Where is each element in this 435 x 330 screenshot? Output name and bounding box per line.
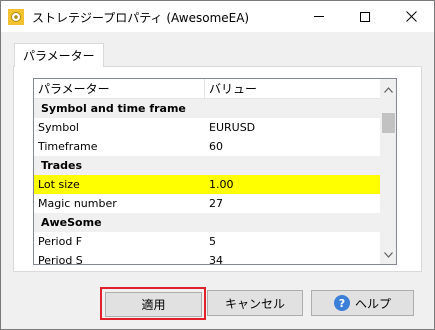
table-row[interactable]: Symbol EURUSD [34,118,380,137]
vertical-scrollbar[interactable] [380,79,396,264]
help-button-label: ヘルプ [354,296,391,311]
group-name: AweSome [41,216,102,229]
group-row[interactable]: Symbol and time frame [34,99,380,118]
param-value[interactable]: 60 [209,137,223,156]
tab-parameters[interactable]: パラメーター [14,43,104,67]
scroll-down-button[interactable] [380,246,396,263]
table-row[interactable]: Magic number 27 [34,194,380,213]
cancel-button[interactable]: キャンセル [207,290,303,316]
close-icon [405,11,417,22]
table-row[interactable]: Timeframe 60 [34,137,380,156]
param-name: Lot size [38,178,80,191]
table-row-selected[interactable]: Lot size 1.00 [34,175,380,194]
scrollbar-thumb[interactable] [382,113,395,133]
maximize-button[interactable] [342,1,388,32]
help-button[interactable]: ? ヘルプ [311,290,414,316]
param-name: Timeframe [38,140,98,153]
column-header-value[interactable]: バリュー [205,79,257,99]
group-row[interactable]: Trades [34,156,380,175]
parameter-grid: パラメーター バリュー Symbol and time frame Symbol… [33,78,397,265]
param-name: Period F [38,235,83,248]
param-name: Period S [38,254,83,265]
param-value[interactable]: 34 [209,251,223,264]
minimize-icon [314,16,324,17]
param-value[interactable]: 27 [209,194,223,213]
group-name: Symbol and time frame [41,102,186,115]
minimize-button[interactable] [296,1,342,32]
group-row[interactable]: AweSome [34,213,380,232]
gear-icon [8,9,24,25]
help-icon: ? [333,295,350,311]
table-row[interactable]: Period F 5 [34,232,380,251]
param-value[interactable]: 5 [209,232,216,251]
grid-header: パラメーター バリュー [34,79,380,99]
maximize-icon [360,11,370,22]
param-name: Symbol [38,121,79,134]
group-name: Trades [41,159,83,172]
apply-button[interactable]: 適用 [105,292,202,317]
title-bar[interactable]: ストレテジープロパティ (AwesomeEA) [1,1,434,32]
strategy-properties-dialog: ストレテジープロパティ (AwesomeEA) パラメーター パラメーター バリ… [0,0,435,330]
param-value[interactable]: EURUSD [209,118,255,137]
chevron-up-icon [384,86,393,93]
chevron-down-icon [384,251,393,258]
window-title: ストレテジープロパティ (AwesomeEA) [32,11,250,25]
scroll-up-button[interactable] [380,81,396,98]
table-row[interactable]: Period S 34 [34,251,380,265]
param-name: Magic number [38,197,117,210]
close-button[interactable] [388,1,434,32]
column-header-parameter[interactable]: パラメーター [34,79,110,99]
param-value[interactable]: 1.00 [209,175,234,194]
